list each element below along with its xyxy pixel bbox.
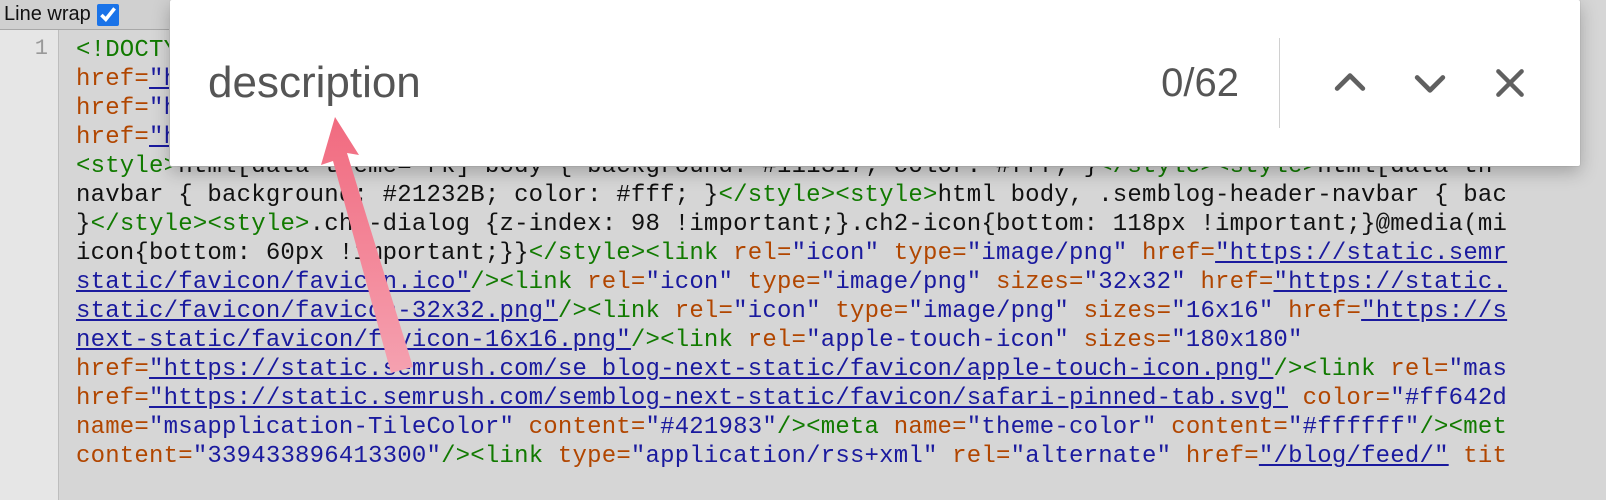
code-text: content= bbox=[1157, 414, 1288, 441]
code-text: "image/png" bbox=[967, 240, 1128, 267]
find-prev-button[interactable] bbox=[1314, 47, 1386, 119]
code-text: href= bbox=[76, 385, 149, 412]
code-text: .ch2-dialog {z-index: 98 !important;}.ch… bbox=[310, 211, 1507, 238]
code-text: <style> bbox=[835, 182, 937, 209]
code-text: navbar { background: #21232B; color: #ff… bbox=[76, 182, 719, 209]
code-text: "339433896413300" bbox=[193, 443, 441, 470]
code-text: href= bbox=[76, 124, 149, 151]
code-text: type= bbox=[733, 269, 821, 296]
code-text: html body, .semblog-header-navbar { bac bbox=[938, 182, 1508, 209]
code-text: type= bbox=[821, 298, 909, 325]
close-icon bbox=[1490, 63, 1530, 103]
code-text: "#ff642d bbox=[1390, 385, 1507, 412]
code-text: "#ffffff" bbox=[1288, 414, 1419, 441]
code-text: </style> bbox=[529, 240, 646, 267]
find-input[interactable] bbox=[206, 57, 1161, 109]
code-text: /><link bbox=[631, 327, 748, 354]
code-text: /><link bbox=[470, 269, 587, 296]
code-text: </style> bbox=[91, 211, 208, 238]
code-text: href= bbox=[1127, 240, 1215, 267]
find-match-count: 0/62 bbox=[1161, 61, 1239, 106]
code-text: "icon" bbox=[792, 240, 880, 267]
code-text: name= bbox=[76, 414, 149, 441]
code-text: "alternate" bbox=[1011, 443, 1172, 470]
code-text: } bbox=[76, 211, 91, 238]
code-text: rel= bbox=[675, 298, 733, 325]
code-text: "icon" bbox=[646, 269, 734, 296]
linewrap-checkbox[interactable] bbox=[97, 4, 119, 26]
code-text: "application/rss+xml" bbox=[631, 443, 938, 470]
code-text: /><met bbox=[1419, 414, 1507, 441]
code-gutter: 1 bbox=[0, 30, 59, 500]
code-text: rel= bbox=[1390, 356, 1448, 383]
code-text: "https://static. bbox=[1273, 269, 1507, 296]
code-text: static/favicon/favicon.ico" bbox=[76, 269, 470, 296]
code-text: rel= bbox=[733, 240, 791, 267]
find-next-button[interactable] bbox=[1394, 47, 1466, 119]
line-number: 1 bbox=[35, 36, 48, 61]
code-text: <style> bbox=[207, 211, 309, 238]
code-text: rel= bbox=[938, 443, 1011, 470]
code-text: href= bbox=[1171, 443, 1259, 470]
code-text: "icon" bbox=[733, 298, 821, 325]
code-text: name= bbox=[894, 414, 967, 441]
linewrap-label: Line wrap bbox=[4, 3, 91, 26]
code-text: rel= bbox=[587, 269, 645, 296]
code-text: sizes= bbox=[1069, 327, 1171, 354]
code-text: type= bbox=[558, 443, 631, 470]
code-text: icon{bottom: 60px !important;}} bbox=[76, 240, 529, 267]
linewrap-toolbar: Line wrap bbox=[0, 0, 186, 30]
code-text: "16x16" bbox=[1171, 298, 1273, 325]
code-text: /><link bbox=[1273, 356, 1390, 383]
code-text: content= bbox=[514, 414, 645, 441]
code-text: "/blog/feed/" bbox=[1259, 443, 1449, 470]
code-text: /><link bbox=[558, 298, 675, 325]
code-text: tit bbox=[1449, 443, 1507, 470]
code-text: "180x180" bbox=[1171, 327, 1302, 354]
code-text: "https://s bbox=[1361, 298, 1507, 325]
code-text: "image/png" bbox=[821, 269, 982, 296]
code-text: href= bbox=[76, 66, 149, 93]
find-panel: 0/62 bbox=[170, 0, 1580, 166]
code-text: href= bbox=[1273, 298, 1361, 325]
code-text: next-static/favicon/favicon-16x16.png" bbox=[76, 327, 631, 354]
find-close-button[interactable] bbox=[1474, 47, 1546, 119]
code-text: "https://static.semrush.com/se blog-next… bbox=[149, 356, 1273, 383]
divider bbox=[1279, 38, 1280, 128]
code-text: color= bbox=[1288, 385, 1390, 412]
code-text: href= bbox=[76, 356, 149, 383]
code-text: "#421983" bbox=[646, 414, 777, 441]
code-text: "32x32" bbox=[1084, 269, 1186, 296]
code-text: "msapplication-TileColor" bbox=[149, 414, 514, 441]
code-text: href= bbox=[1186, 269, 1274, 296]
code-text: </style> bbox=[719, 182, 836, 209]
code-text: static/favicon/favicon-32x32.png" bbox=[76, 298, 558, 325]
code-text: "mas bbox=[1449, 356, 1507, 383]
code-text: <link bbox=[646, 240, 734, 267]
code-text: "theme-color" bbox=[967, 414, 1157, 441]
code-text: <style> bbox=[76, 153, 178, 180]
code-text: "https://static.semr bbox=[1215, 240, 1507, 267]
code-text: rel= bbox=[748, 327, 806, 354]
code-text: /><meta bbox=[777, 414, 894, 441]
chevron-down-icon bbox=[1408, 61, 1452, 105]
code-text: sizes= bbox=[981, 269, 1083, 296]
code-text: href= bbox=[76, 95, 149, 122]
code-text: content= bbox=[76, 443, 193, 470]
code-text: "image/png" bbox=[908, 298, 1069, 325]
chevron-up-icon bbox=[1328, 61, 1372, 105]
code-text: type= bbox=[879, 240, 967, 267]
code-text: "https://static.semrush.com/semblog-next… bbox=[149, 385, 1288, 412]
code-text: "apple-touch-icon" bbox=[806, 327, 1069, 354]
code-text: sizes= bbox=[1069, 298, 1171, 325]
code-text: /><link bbox=[441, 443, 558, 470]
